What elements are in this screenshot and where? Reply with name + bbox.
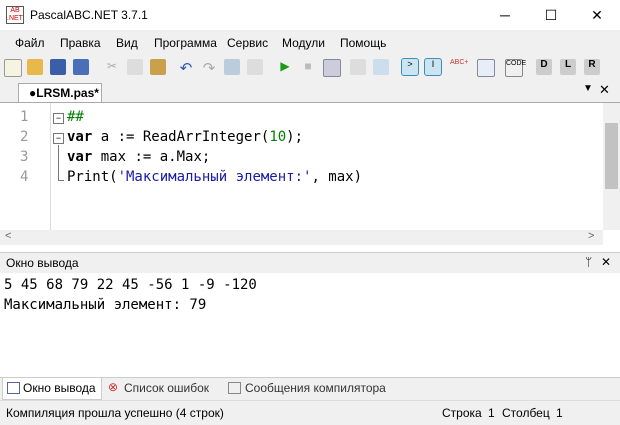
window-title: PascalABC.NET 3.7.1 [30, 8, 148, 22]
navigate-back-icon[interactable] [224, 59, 240, 75]
menu-help[interactable]: Помощь [340, 36, 386, 50]
open-icon[interactable] [27, 59, 43, 75]
output-tab-icon [7, 382, 20, 394]
tab-error-list[interactable]: ⊗ Список ошибок [106, 378, 218, 399]
format-icon[interactable] [477, 59, 495, 77]
close-panel-icon[interactable]: ✕ [601, 255, 611, 269]
step-over-icon[interactable] [373, 59, 389, 75]
app-logo-icon: AB .NET [6, 6, 24, 24]
menu-service[interactable]: Сервис [227, 36, 268, 50]
line-number: 2 [20, 129, 29, 145]
fold-line [58, 145, 59, 181]
save-icon[interactable] [50, 59, 66, 75]
tab-list-dropdown-icon[interactable]: ▼ [583, 83, 593, 94]
error-list-icon: ⊗ [108, 380, 119, 394]
run-icon[interactable]: ▶ [277, 59, 293, 75]
menu-modules[interactable]: Модули [282, 36, 325, 50]
spell-icon[interactable]: ABC+ [450, 59, 468, 75]
code-line-2: var a := ReadArrInteger(10); [67, 129, 304, 145]
scroll-left-icon[interactable]: < [5, 230, 11, 242]
title-bar: AB .NET PascalABC.NET 3.7.1 ─ ☐ ✕ [0, 0, 620, 30]
output-text[interactable]: 5 45 68 79 22 45 -56 1 -9 -120 Максималь… [0, 273, 620, 377]
output-panel-header: Окно вывода ᛘ ✕ [0, 252, 620, 273]
close-button[interactable]: ✕ [574, 0, 620, 30]
copy-icon[interactable] [127, 59, 143, 75]
new-icon[interactable] [4, 59, 22, 77]
maximize-button[interactable]: ☐ [528, 0, 574, 30]
output-line: 5 45 68 79 22 45 -56 1 -9 -120 [4, 277, 257, 293]
cut-icon[interactable]: ✂ [104, 59, 120, 75]
output-panel-title: Окно вывода [6, 256, 79, 270]
paste-icon[interactable] [150, 59, 166, 75]
tab-label: Список ошибок [124, 381, 210, 395]
fold-line-end [58, 180, 64, 181]
tab-label: Окно вывода [23, 381, 96, 395]
code-line-4: Print('Максимальный элемент:', max) [67, 169, 363, 185]
module-l-icon[interactable]: L [560, 59, 576, 75]
stop-icon[interactable]: ■ [300, 59, 316, 75]
line-number: 1 [20, 109, 29, 125]
fold-toggle-icon[interactable]: − [53, 133, 64, 144]
toolbar: ✂ ↶ ↷ ▶ ■ > I ABC+ CODE D L R [0, 54, 620, 80]
tab-compiler-messages[interactable]: Сообщения компилятора [226, 378, 396, 399]
line-number: 4 [20, 169, 29, 185]
immediate-window-icon[interactable]: I [424, 58, 442, 76]
navigate-forward-icon[interactable] [247, 59, 263, 75]
bottom-tabs: Окно вывода ⊗ Список ошибок Сообщения ко… [0, 377, 620, 400]
menu-program[interactable]: Программа [154, 36, 217, 50]
editor-vertical-scrollbar[interactable] [603, 103, 620, 230]
row-label: Строка [442, 406, 482, 420]
menu-edit[interactable]: Правка [60, 36, 101, 50]
status-bar: Компиляция прошла успешно (4 строк) Стро… [0, 400, 620, 425]
code-line-3: var max := a.Max; [67, 149, 211, 165]
debug-icon[interactable] [323, 59, 341, 77]
menu-bar: Файл Правка Вид Программа Сервис Модули … [0, 30, 620, 54]
compiler-messages-icon [228, 382, 241, 394]
line-gutter: 1 2 3 4 [0, 103, 51, 230]
line-number: 3 [20, 149, 29, 165]
redo-icon[interactable]: ↷ [201, 59, 217, 77]
code-line-1: ## [67, 109, 84, 125]
scrollbar-thumb[interactable] [605, 123, 618, 189]
scroll-right-icon[interactable]: > [588, 230, 594, 242]
close-tab-icon[interactable]: ✕ [599, 82, 610, 98]
code-icon[interactable]: CODE [505, 59, 526, 77]
output-line: Максимальный элемент: 79 [4, 297, 207, 313]
tab-output[interactable]: Окно вывода [2, 378, 102, 400]
undo-icon[interactable]: ↶ [178, 59, 194, 77]
tab-label: Сообщения компилятора [245, 381, 386, 395]
menu-file[interactable]: Файл [15, 36, 45, 50]
module-r-icon[interactable]: R [584, 59, 600, 75]
tab-lrsm-pas[interactable]: ●LRSM.pas* [18, 83, 102, 102]
menu-view[interactable]: Вид [116, 36, 138, 50]
row-value: 1 [488, 406, 495, 420]
status-message: Компиляция прошла успешно (4 строк) [6, 406, 224, 420]
column-value: 1 [556, 406, 563, 420]
fold-toggle-icon[interactable]: − [53, 113, 64, 124]
step-into-icon[interactable] [350, 59, 366, 75]
editor-horizontal-scrollbar[interactable]: < > [0, 230, 603, 245]
column-label: Столбец [502, 406, 550, 420]
save-all-icon[interactable] [73, 59, 89, 75]
output-window-icon[interactable]: > [401, 58, 419, 76]
module-d-icon[interactable]: D [536, 59, 552, 75]
pin-icon[interactable]: ᛘ [585, 255, 592, 269]
minimize-button[interactable]: ─ [482, 0, 528, 30]
